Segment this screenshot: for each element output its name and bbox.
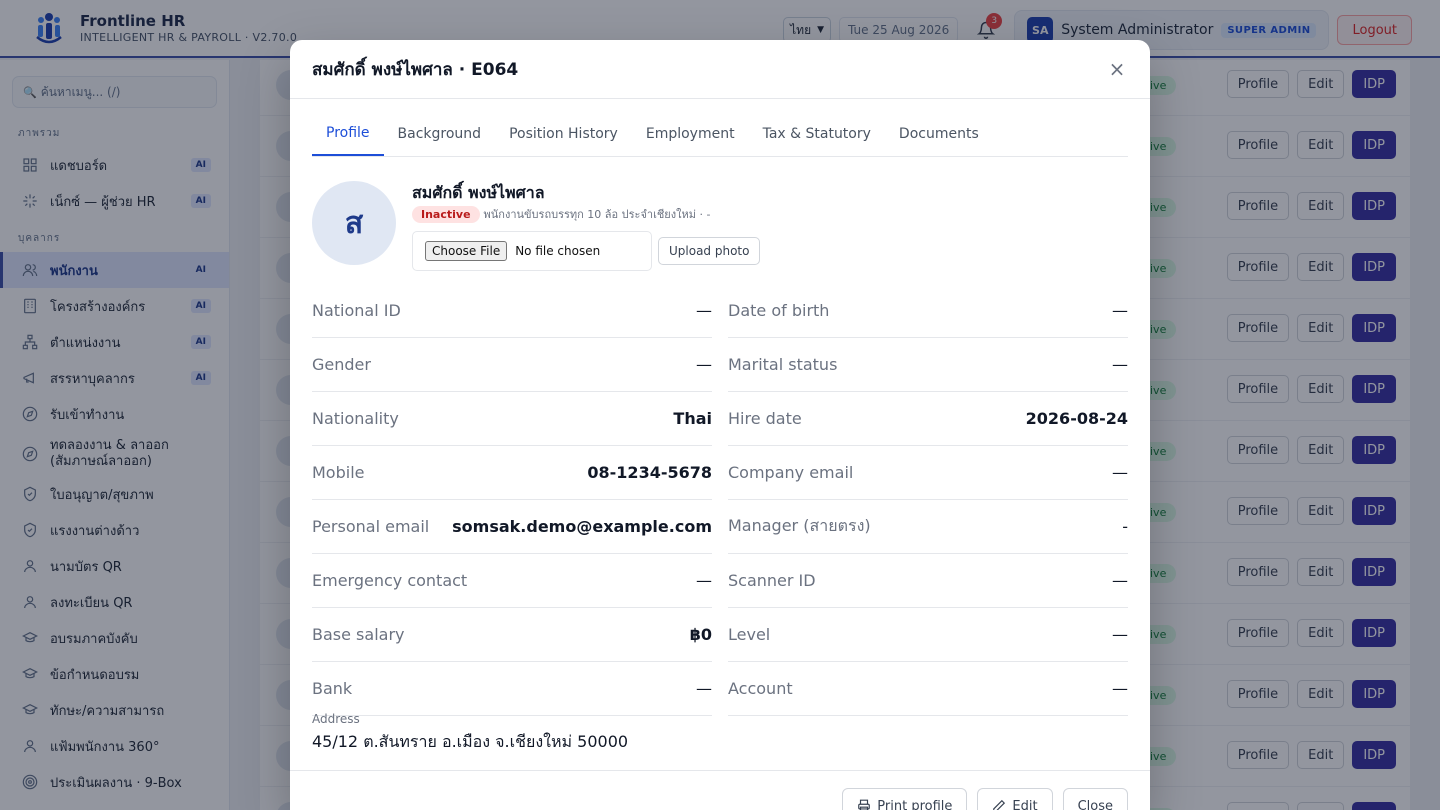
edit-button[interactable]: Edit xyxy=(977,788,1053,810)
field-label: Base salary xyxy=(312,625,405,644)
field-value: 2026-08-24 xyxy=(1025,409,1128,428)
profile-field: Hire date 2026-08-24 xyxy=(728,392,1128,446)
field-value: — xyxy=(696,355,712,374)
field-row: Mobile 08-1234-5678 Company email — xyxy=(312,446,1128,500)
employee-name: สมศักดิ์ พงษ์ไพศาล xyxy=(412,183,545,202)
choose-file-button[interactable]: Choose File xyxy=(425,241,508,261)
field-label: Bank xyxy=(312,679,353,698)
profile-field: Account — xyxy=(728,662,1128,716)
printer-icon xyxy=(858,799,871,810)
print-profile-label: Print profile xyxy=(877,798,953,810)
field-label: Emergency contact xyxy=(312,571,468,590)
profile-field: Personal email somsak.demo@example.com xyxy=(312,500,712,554)
field-row: National ID — Date of birth — xyxy=(312,284,1128,338)
address-block: Address 45/12 ต.สันทราย อ.เมือง จ.เชียงใ… xyxy=(312,712,628,755)
modal-title: สมศักดิ์ พงษ์ไพศาล · E064 xyxy=(312,59,519,80)
profile-field: Gender — xyxy=(312,338,712,392)
profile-field: National ID — xyxy=(312,284,712,338)
profile-field: Scanner ID — xyxy=(728,554,1128,608)
profile-field: Base salary ฿0 xyxy=(312,608,712,662)
field-label: Manager (สายตรง) xyxy=(728,516,871,535)
profile-field: Emergency contact — xyxy=(312,554,712,608)
tab-position-history[interactable]: Position History xyxy=(495,112,632,156)
field-label: National ID xyxy=(312,301,401,320)
profile-field: Bank — xyxy=(312,662,712,716)
close-button[interactable]: Close xyxy=(1062,788,1128,810)
field-value: ฿0 xyxy=(689,625,712,644)
field-label: Gender xyxy=(312,355,371,374)
profile-field: Level — xyxy=(728,608,1128,662)
pencil-icon xyxy=(993,799,1006,810)
profile-tabs: Profile Background Position History Employm… xyxy=(312,113,1128,157)
profile-field: Nationality Thai xyxy=(312,392,712,446)
field-value: Thai xyxy=(673,409,712,428)
tab-background[interactable]: Background xyxy=(384,112,496,156)
field-value: — xyxy=(696,301,712,320)
avatar[interactable]: ส xyxy=(312,181,396,265)
field-row: Base salary ฿0 Level — xyxy=(312,608,1128,662)
field-row: Nationality Thai Hire date 2026-08-24 xyxy=(312,392,1128,446)
field-row: Bank — Account — xyxy=(312,662,1128,716)
field-value: — xyxy=(1112,463,1128,482)
field-row: Gender — Marital status — xyxy=(312,338,1128,392)
tab-documents[interactable]: Documents xyxy=(885,112,993,156)
field-value: — xyxy=(696,571,712,590)
field-value: - xyxy=(1122,517,1128,536)
employee-profile-modal: สมศักดิ์ พงษ์ไพศาล · E064 × Profile Backg… xyxy=(290,40,1150,810)
field-label: Date of birth xyxy=(728,301,830,320)
field-label: Level xyxy=(728,625,771,644)
employee-position: พนักงานขับรถบรรทุก 10 ล้อ ประจำเชียงใหม่… xyxy=(483,208,711,221)
tab-employment[interactable]: Employment xyxy=(632,112,749,156)
address-value: 45/12 ต.สันทราย อ.เมือง จ.เชียงใหม่ 5000… xyxy=(312,732,629,751)
print-profile-button[interactable]: Print profile xyxy=(842,788,968,810)
field-label: Personal email xyxy=(312,517,430,536)
field-value: — xyxy=(1112,625,1128,644)
field-row: Personal email somsak.demo@example.com Man… xyxy=(312,500,1128,554)
status-badge: Inactive xyxy=(412,205,480,223)
field-value: — xyxy=(696,679,712,698)
field-label: Account xyxy=(728,679,793,698)
field-label: Mobile xyxy=(312,463,365,482)
profile-header: ส สมศักดิ์ พงษ์ไพศาล Inactive พนักงานขับ… xyxy=(312,181,1128,271)
field-value: — xyxy=(1112,301,1128,320)
profile-field: Manager (สายตรง) - xyxy=(728,500,1128,554)
field-label: Nationality xyxy=(312,409,399,428)
field-row: Emergency contact — Scanner ID — xyxy=(312,554,1128,608)
profile-fields: National ID — Date of birth — Gender — Marital… xyxy=(312,284,1128,716)
field-value: somsak.demo@example.com xyxy=(452,517,712,536)
photo-file-input[interactable]: Choose File No file chosen xyxy=(412,231,652,271)
tab-profile[interactable]: Profile xyxy=(312,112,384,156)
file-status: No file chosen xyxy=(515,244,601,258)
field-value: — xyxy=(1112,571,1128,590)
field-value: — xyxy=(1112,679,1128,698)
upload-photo-button[interactable]: Upload photo xyxy=(658,237,761,265)
profile-field: Company email — xyxy=(728,446,1128,500)
edit-label: Edit xyxy=(1012,798,1038,810)
modal-footer: Print profile Edit Close xyxy=(290,770,1150,810)
field-label: Marital status xyxy=(728,355,838,374)
tab-tax-statutory[interactable]: Tax & Statutory xyxy=(749,112,885,156)
field-label: Company email xyxy=(728,463,854,482)
field-label: Scanner ID xyxy=(728,571,816,590)
profile-field: Marital status — xyxy=(728,338,1128,392)
close-icon[interactable]: × xyxy=(1106,57,1128,81)
address-label: Address xyxy=(312,712,360,726)
profile-field: Date of birth — xyxy=(728,284,1128,338)
field-value: 08-1234-5678 xyxy=(587,463,712,482)
profile-field: Mobile 08-1234-5678 xyxy=(312,446,712,500)
field-value: — xyxy=(1112,355,1128,374)
field-label: Hire date xyxy=(728,409,802,428)
